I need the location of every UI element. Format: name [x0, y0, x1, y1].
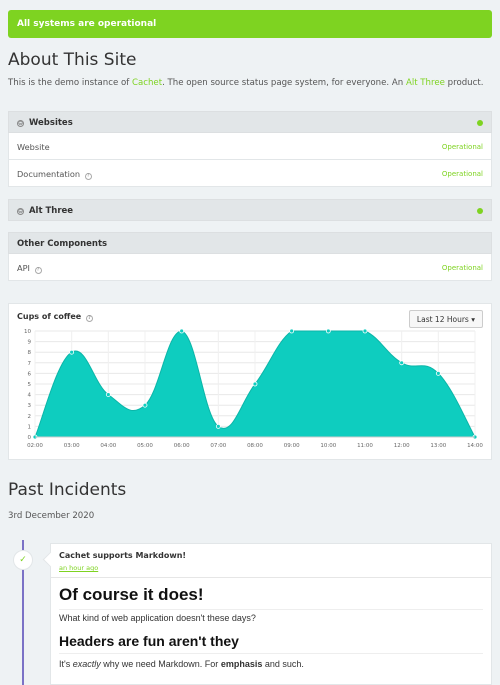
status-banner-text: All systems are operational	[17, 19, 157, 29]
text-part: why we need Markdown. For	[100, 659, 221, 669]
data-point	[215, 424, 221, 429]
about-text-part: . The open source status page system, fo…	[162, 78, 406, 88]
data-point	[252, 381, 258, 387]
group-header-alt-three[interactable]: ⊖ Alt Three	[8, 199, 492, 221]
component-name: Website	[17, 142, 50, 152]
about-text-part: This is the demo instance of	[8, 78, 132, 88]
help-icon[interactable]: ?	[84, 173, 92, 180]
metric-card: 0 1 2 3 4 5 6 7 8 9 10 02:00 03:00 04:00 05:00 06:00 07:…	[8, 303, 492, 460]
component-row-api: API ? Operational	[8, 254, 492, 281]
collapse-toggle-icon[interactable]: ⊖	[17, 208, 24, 215]
cachet-link[interactable]: Cachet	[132, 78, 162, 88]
emphasis-text: exactly	[72, 659, 101, 669]
x-tick-label: 13:00	[430, 443, 446, 449]
time-range-label: Last 12 Hours	[416, 315, 469, 324]
y-tick-label: 4	[28, 393, 32, 399]
status-dot-icon	[477, 120, 483, 126]
text-part: It's	[59, 659, 73, 669]
x-tick-label: 07:00	[210, 443, 226, 449]
incident-card: Cachet supports Markdown! an hour ago Of…	[50, 543, 492, 685]
check-icon: ✓	[13, 550, 33, 570]
about-text: This is the demo instance of Cachet. The…	[8, 78, 483, 88]
data-point	[69, 349, 75, 355]
y-tick-label: 1	[28, 424, 32, 430]
data-point	[179, 328, 185, 334]
component-status: Operational	[441, 264, 483, 272]
incident-paragraph-2: It's exactly why we need Markdown. For e…	[59, 659, 304, 669]
y-tick-label: 6	[28, 371, 32, 377]
component-name: API	[17, 263, 30, 273]
divider	[51, 577, 491, 578]
y-tick-label: 7	[28, 361, 32, 367]
alt-three-link[interactable]: Alt Three	[406, 78, 445, 88]
divider	[59, 609, 483, 610]
x-tick-label: 04:00	[100, 443, 116, 449]
collapse-toggle-icon[interactable]: ⊖	[17, 120, 24, 127]
x-tick-label: 08:00	[247, 443, 263, 449]
y-tick-label: 0	[28, 435, 32, 441]
incident-name: Cachet supports Markdown!	[59, 551, 187, 560]
x-tick-label: 05:00	[137, 443, 153, 449]
incident-paragraph-1: What kind of web application doesn't the…	[59, 613, 256, 623]
y-tick-label: 5	[28, 382, 32, 388]
incident-heading-2: Headers are fun aren't they	[59, 633, 239, 649]
strong-text: emphasis	[220, 659, 263, 669]
data-point	[289, 328, 295, 334]
component-row-documentation: Documentation ? Operational	[8, 160, 492, 187]
group-name: Alt Three	[28, 206, 74, 216]
divider	[59, 653, 483, 654]
incident-time-link[interactable]: an hour ago	[59, 564, 98, 572]
past-incidents-title: Past Incidents	[8, 480, 127, 500]
x-tick-label: 12:00	[394, 443, 410, 449]
y-tick-label: 9	[28, 340, 32, 346]
metric-title: Cups of coffee ?	[17, 312, 93, 322]
about-title: About This Site	[8, 50, 137, 70]
data-point	[105, 392, 111, 397]
data-point	[362, 328, 368, 334]
x-tick-label: 06:00	[174, 443, 190, 449]
x-tick-label: 10:00	[320, 443, 336, 449]
group-header-other-components: Other Components	[8, 232, 492, 254]
data-point	[435, 371, 441, 376]
chevron-down-icon: ▾	[471, 315, 475, 324]
text-part: and such.	[262, 659, 304, 669]
status-dot-icon	[477, 208, 483, 214]
x-tick-label: 09:00	[284, 443, 300, 449]
x-tick-label: 03:00	[64, 443, 80, 449]
time-range-dropdown[interactable]: Last 12 Hours ▾	[408, 310, 483, 328]
y-tick-label: 8	[28, 350, 32, 356]
y-tick-label: 2	[28, 414, 32, 420]
component-status: Operational	[441, 143, 483, 151]
x-tick-label: 02:00	[27, 443, 43, 449]
incident-date: 3rd December 2020	[8, 511, 95, 521]
component-row-website: Website Operational	[8, 133, 492, 160]
component-status: Operational	[441, 170, 483, 178]
data-point	[399, 360, 405, 366]
group-name: Websites	[28, 118, 73, 128]
x-tick-label: 14:00	[467, 443, 483, 449]
x-tick-label: 11:00	[357, 443, 373, 449]
y-tick-label: 3	[28, 403, 32, 409]
incident-heading-1: Of course it does!	[59, 585, 204, 604]
about-text-part: product.	[444, 78, 484, 88]
y-tick-label: 10	[24, 329, 31, 335]
help-icon[interactable]: ?	[34, 267, 42, 274]
metric-title-text: Cups of coffee	[17, 312, 82, 321]
help-icon[interactable]: ?	[85, 315, 93, 322]
status-banner: All systems are operational	[8, 10, 492, 38]
group-header-websites[interactable]: ⊖ Websites	[8, 111, 492, 133]
component-name: Documentation	[17, 169, 81, 179]
data-point	[142, 402, 148, 408]
data-point	[325, 328, 331, 334]
group-name: Other Components	[17, 239, 108, 249]
